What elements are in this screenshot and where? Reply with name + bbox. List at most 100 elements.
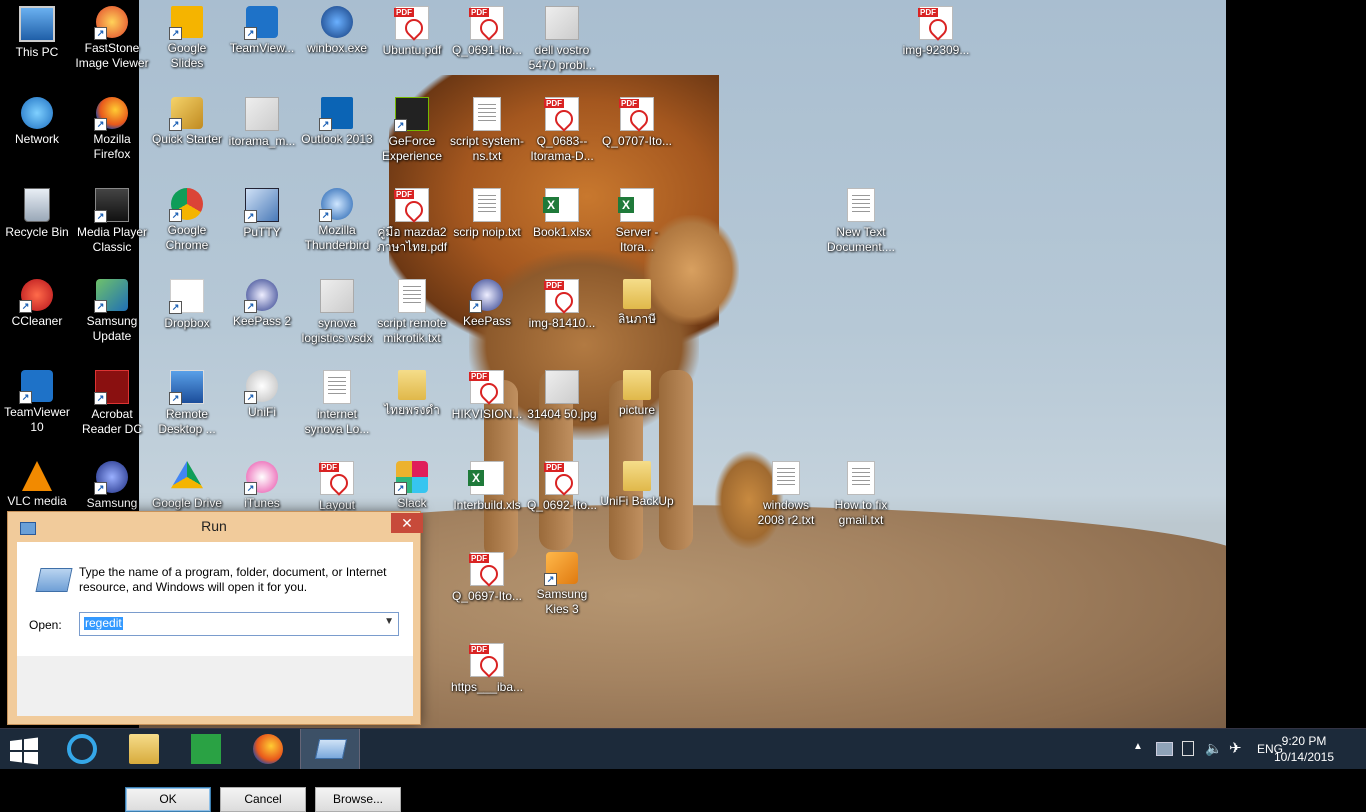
desktop-icon-q0683[interactable]: Q_0683--Itorama-D... — [525, 91, 599, 164]
cancel-button[interactable]: Cancel — [220, 787, 306, 812]
pdf-file-icon — [469, 6, 504, 40]
desktop-icon-picture[interactable]: picture — [600, 364, 674, 418]
desktop-icon-itunes[interactable]: ↗ iTunes — [225, 455, 299, 511]
desktop-icon-thunderbird[interactable]: ↗ Mozilla Thunderbird — [300, 182, 374, 253]
desktop-icon-https-iba[interactable]: https___iba... — [450, 637, 524, 695]
taskbar-run[interactable] — [300, 729, 360, 769]
desktop-icon-new-text-document[interactable]: New Text Document.... — [824, 182, 898, 255]
taskbar-store[interactable] — [176, 729, 234, 769]
monitor-icon[interactable] — [1156, 742, 1173, 756]
desktop-icon-internet-synova[interactable]: internet synova Lo... — [300, 364, 374, 437]
desktop-icon-this-pc[interactable]: This PC — [0, 0, 74, 60]
desktop-icon-media-player-classic[interactable]: ↗ Media Player Classic — [75, 182, 149, 255]
firefox-icon — [253, 734, 283, 764]
chevron-down-icon[interactable]: ▼ — [384, 616, 394, 627]
desktop-icon-dell-vostro[interactable]: dell vostro 5470 probl... — [525, 0, 599, 73]
desktop-icon-unifi-backup[interactable]: UniFi BackUp — [600, 455, 674, 509]
desktop-icon-google-drive[interactable]: Google Drive — [150, 455, 224, 511]
desktop-icon-label: TeamViewer 10 — [4, 405, 70, 434]
desktop-icon-itorama-m[interactable]: itorama_m... — [225, 91, 299, 149]
volume-icon[interactable]: 🔈 — [1205, 740, 1222, 780]
desktop-icon-script-remote[interactable]: script remote mikrotik.txt — [375, 273, 449, 346]
desktop-icon-thai-folder-2[interactable]: ลินภาษี — [600, 273, 674, 327]
pdf-file-icon — [544, 97, 579, 131]
desktop-icon-ubuntu-pdf[interactable]: Ubuntu.pdf — [375, 0, 449, 58]
desktop-icon-samsung-update[interactable]: ↗ Samsung Update — [75, 273, 149, 344]
desktop-icon-ccleaner[interactable]: ↗ CCleaner — [0, 273, 74, 329]
desktop-icon-interbuild[interactable]: Interbuild.xls — [450, 455, 524, 513]
desktop-icon-server-itora[interactable]: Server - Itora... — [600, 182, 674, 255]
ok-button[interactable]: OK — [125, 787, 211, 812]
desktop-icon-mazda-pdf[interactable]: คู่มือ mazda2 ภาษาไทย.pdf — [375, 182, 449, 255]
desktop-icon-windows-2008[interactable]: windows 2008 r2.txt — [749, 455, 823, 528]
desktop-icon-label: VLC media — [7, 494, 67, 508]
desktop-icon-winbox[interactable]: winbox.exe — [300, 0, 374, 56]
desktop-icon-label: Outlook 2013 — [301, 132, 373, 146]
desktop-icon-31404-jpg[interactable]: 31404 50.jpg — [525, 364, 599, 422]
desktop-icon-remote-desktop[interactable]: ↗ Remote Desktop ... — [150, 364, 224, 437]
desktop-icon-network[interactable]: Network — [0, 91, 74, 147]
slack-icon: ↗ — [394, 461, 428, 495]
clock-date[interactable]: 10/14/2015 — [1264, 750, 1344, 764]
open-input-value[interactable]: regedit — [84, 617, 123, 630]
desktop-icon-samsung-kies[interactable]: ↗ Samsung Kies 3 — [525, 546, 599, 617]
close-button[interactable]: ✕ — [391, 513, 423, 533]
open-combobox[interactable]: regedit ▼ — [79, 612, 399, 636]
desktop-icon-unifi[interactable]: ↗ UniFi — [225, 364, 299, 420]
desktop-icon-q0707[interactable]: Q_0707-Ito... — [600, 91, 674, 149]
desktop-icon-label: dell vostro 5470 probl... — [528, 43, 596, 72]
desktop-icon-q0691[interactable]: Q_0691-Ito... — [450, 0, 524, 58]
desktop-icon-book1[interactable]: Book1.xlsx — [525, 182, 599, 240]
desktop-icon-geforce[interactable]: ↗ GeForce Experience — [375, 91, 449, 164]
desktop-icon-label: ลินภาษี — [617, 312, 657, 326]
desktop-icon-faststone[interactable]: ↗ FastStone Image Viewer — [75, 0, 149, 71]
desktop-icon-hikvision[interactable]: HIKVISION... — [450, 364, 524, 422]
desktop-icon-synova-vsdx[interactable]: synova logistics.vsdx — [300, 273, 374, 346]
putty-icon: ↗ — [244, 188, 279, 223]
excel-file-icon — [543, 188, 579, 222]
network-icon — [21, 97, 53, 129]
taskbar-file-explorer[interactable] — [114, 729, 172, 769]
folder-icon — [623, 279, 651, 309]
desktop-icon-dropbox[interactable]: ↗ Dropbox — [150, 273, 224, 331]
desktop-icon-keepass[interactable]: ↗ KeePass — [450, 273, 524, 329]
run-icon — [314, 739, 348, 759]
desktop-icon-vlc[interactable]: VLC media — [0, 455, 74, 509]
desktop-icon-layout[interactable]: Layout — [300, 455, 374, 513]
desktop-icon-outlook-2013[interactable]: ↗ Outlook 2013 — [300, 91, 374, 147]
desktop-icon-q0692[interactable]: Q_0692-Ito... — [525, 455, 599, 513]
desktop-icon-teamviewer[interactable]: ↗ TeamView... — [225, 0, 299, 56]
desktop-icon-firefox[interactable]: ↗ Mozilla Firefox — [75, 91, 149, 162]
desktop-icon-label: Book1.xlsx — [532, 225, 592, 239]
start-button[interactable] — [8, 737, 40, 765]
desktop-icon-img-81410[interactable]: img-81410... — [525, 273, 599, 331]
desktop-icon-slack[interactable]: ↗ Slack — [375, 455, 449, 511]
airplane-mode-icon[interactable]: ✈ — [1229, 739, 1242, 779]
desktop-icon-acrobat-reader[interactable]: ↗ Acrobat Reader DC — [75, 364, 149, 437]
desktop-icon-teamviewer-10[interactable]: ↗ TeamViewer 10 — [0, 364, 74, 435]
run-dialog[interactable]: Run ✕ Type the name of a program, folder… — [7, 511, 423, 812]
desktop-icon-samsung[interactable]: ↗ Samsung — [75, 455, 149, 511]
google-drive-icon — [171, 461, 203, 489]
desktop-icon-quick-starter[interactable]: ↗ Quick Starter — [150, 91, 224, 147]
desktop-icon-google-chrome[interactable]: ↗ Google Chrome — [150, 182, 224, 253]
pdf-file-icon — [319, 461, 354, 495]
desktop-icon-scrip-noip[interactable]: scrip noip.txt — [450, 182, 524, 240]
desktop-icon-how-to-fix-gmail[interactable]: How to fix gmail.txt — [824, 455, 898, 528]
desktop-icon-keepass-2[interactable]: ↗ KeePass 2 — [225, 273, 299, 329]
taskbar-firefox[interactable] — [238, 729, 296, 769]
desktop-icon-q0697[interactable]: Q_0697-Ito... — [450, 546, 524, 604]
desktop-icon-label: internet synova Lo... — [304, 407, 370, 436]
show-hidden-icons-chevron-up-icon[interactable]: ▲ — [1133, 741, 1143, 781]
browse-button[interactable]: Browse... — [315, 787, 401, 812]
desktop-icon-script-system-ns[interactable]: script system-ns.txt — [450, 91, 524, 164]
desktop-icon-google-slides[interactable]: ↗ Google Slides — [150, 0, 224, 71]
desktop-icon-thai-folder[interactable]: ไทยพรงดำ — [375, 364, 449, 418]
power-icon[interactable] — [1182, 741, 1194, 756]
taskbar-internet-explorer[interactable] — [52, 729, 110, 769]
desktop-icon-recycle-bin[interactable]: Recycle Bin — [0, 182, 74, 240]
desktop-icon-putty[interactable]: ↗ PuTTY — [225, 182, 299, 240]
clock-time[interactable]: 9:20 PM — [1264, 734, 1344, 748]
windows-logo-icon — [10, 737, 38, 765]
desktop-icon-img-92309[interactable]: img-92309... — [899, 0, 973, 58]
